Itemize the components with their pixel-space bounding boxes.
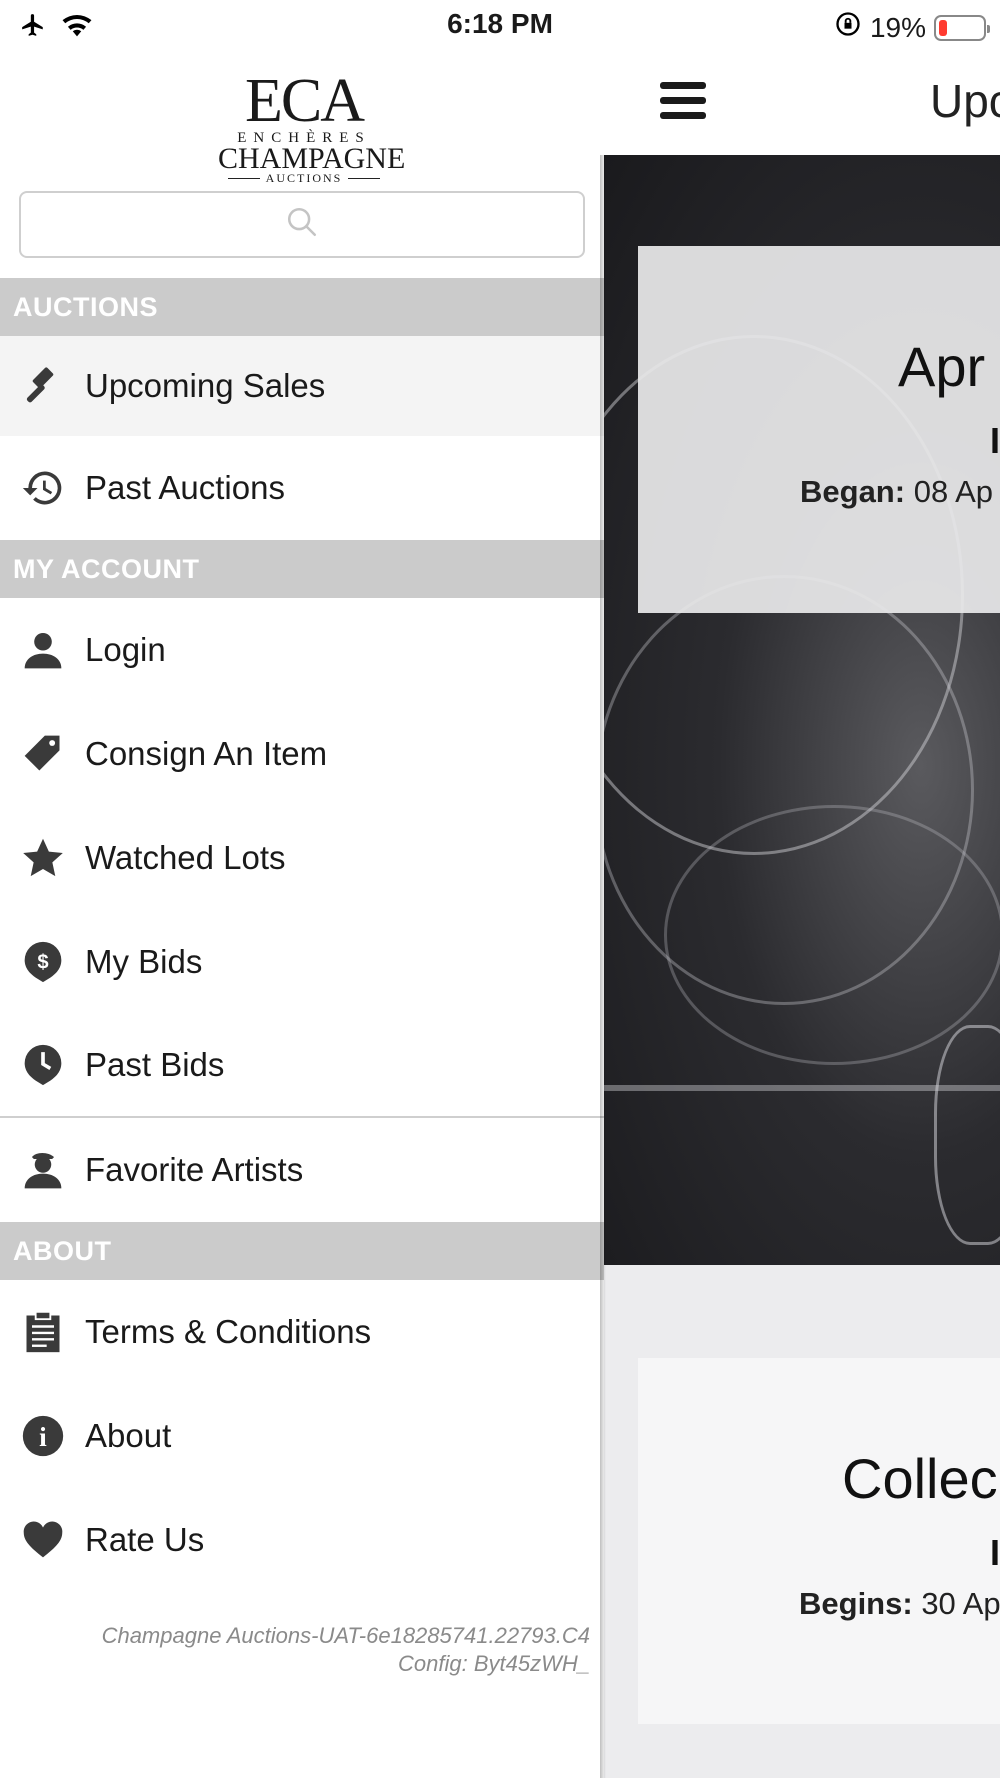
menu-item-upcoming-sales[interactable]: Upcoming Sales	[0, 336, 604, 436]
menu-label-past-auctions: Past Auctions	[85, 469, 285, 506]
clipboard-icon	[20, 1309, 66, 1355]
sale-card-2-title: Collec	[842, 1447, 998, 1510]
menu-label-upcoming-sales: Upcoming Sales	[85, 367, 326, 404]
section-header-about: ABOUT	[0, 1222, 604, 1280]
battery-percent: 19%	[869, 11, 926, 43]
build-info: Champagne Auctions-UAT-6e18285741.22793.…	[102, 1622, 590, 1678]
config-string: Config: Byt45zWH_	[398, 1651, 590, 1676]
sale-card-1-sub: I	[990, 420, 1000, 461]
search-input[interactable]	[19, 191, 585, 258]
heart-icon	[20, 1517, 66, 1563]
dollar-pin-icon: $	[20, 939, 66, 985]
menu-label-watched-lots: Watched Lots	[85, 839, 286, 876]
menu-item-my-bids[interactable]: $ My Bids	[0, 910, 604, 1014]
menu-label-rate-us: Rate Us	[85, 1521, 205, 1558]
menu-label-login: Login	[85, 631, 166, 668]
clock-pin-icon	[20, 1042, 66, 1088]
navigation-drawer: ECA ENCHÈRES CHAMPAGNE AUCTIONS AUCTIONS…	[0, 50, 604, 1778]
menu-list: AUCTIONS Upcoming Sales Past Auctions MY…	[0, 278, 604, 1592]
menu-label-about: About	[85, 1417, 172, 1454]
battery-fill	[939, 19, 947, 36]
section-header-auctions: AUCTIONS	[0, 278, 604, 336]
gavel-icon	[20, 363, 66, 409]
main-header-title: Upc	[930, 75, 1000, 127]
artist-icon	[20, 1147, 66, 1193]
menu-item-about[interactable]: i About	[0, 1384, 604, 1488]
menu-item-favorite-artists[interactable]: Favorite Artists	[0, 1118, 604, 1222]
menu-label-consign: Consign An Item	[85, 735, 328, 772]
menu-item-terms[interactable]: Terms & Conditions	[0, 1280, 604, 1384]
menu-item-rate-us[interactable]: Rate Us	[0, 1488, 604, 1592]
sale-card-2-sub: I	[990, 1532, 1000, 1573]
search-icon	[285, 205, 319, 244]
menu-label-favorite-artists: Favorite Artists	[85, 1151, 304, 1188]
menu-label-my-bids: My Bids	[85, 943, 203, 980]
menu-item-past-bids[interactable]: Past Bids	[0, 1014, 604, 1118]
status-right: 19%	[834, 10, 990, 45]
drawer-shadow	[600, 155, 606, 1778]
logo-monogram: ECA	[245, 67, 365, 135]
tag-icon	[20, 731, 66, 777]
svg-text:$: $	[37, 951, 48, 973]
sale-card-1-title: Apr	[898, 335, 986, 398]
menu-item-consign[interactable]: Consign An Item	[0, 702, 604, 806]
section-header-my-account: MY ACCOUNT	[0, 540, 604, 598]
battery-icon	[934, 14, 990, 41]
sale-card-1-date: Began: 08 Ap	[800, 474, 994, 509]
sale-card-1[interactable]: Apr I Began: 08 Ap	[638, 246, 1000, 613]
status-bar: 6:18 PM 19%	[0, 0, 1000, 50]
menu-item-past-auctions[interactable]: Past Auctions	[0, 436, 604, 540]
user-icon	[20, 627, 66, 673]
info-icon: i	[20, 1413, 66, 1459]
build-string: Champagne Auctions-UAT-6e18285741.22793.…	[101, 1623, 590, 1648]
menu-label-past-bids: Past Bids	[85, 1046, 225, 1083]
menu-item-watched-lots[interactable]: Watched Lots	[0, 806, 604, 910]
sale-card-2[interactable]: Collec I Begins: 30 Ap	[638, 1358, 1000, 1724]
star-icon	[20, 835, 66, 881]
eca-logo: ECA ENCHÈRES CHAMPAGNE AUCTIONS	[218, 67, 406, 188]
sale-card-2-date: Begins: 30 Ap	[799, 1586, 1000, 1621]
history-icon	[20, 465, 66, 511]
orientation-lock-icon	[834, 10, 862, 45]
menu-label-terms: Terms & Conditions	[85, 1313, 372, 1350]
menu-item-login[interactable]: Login	[0, 598, 604, 702]
hamburger-menu-icon[interactable]	[660, 82, 706, 122]
logo-line-champagne: CHAMPAGNE	[218, 142, 406, 175]
svg-text:i: i	[39, 1421, 47, 1452]
